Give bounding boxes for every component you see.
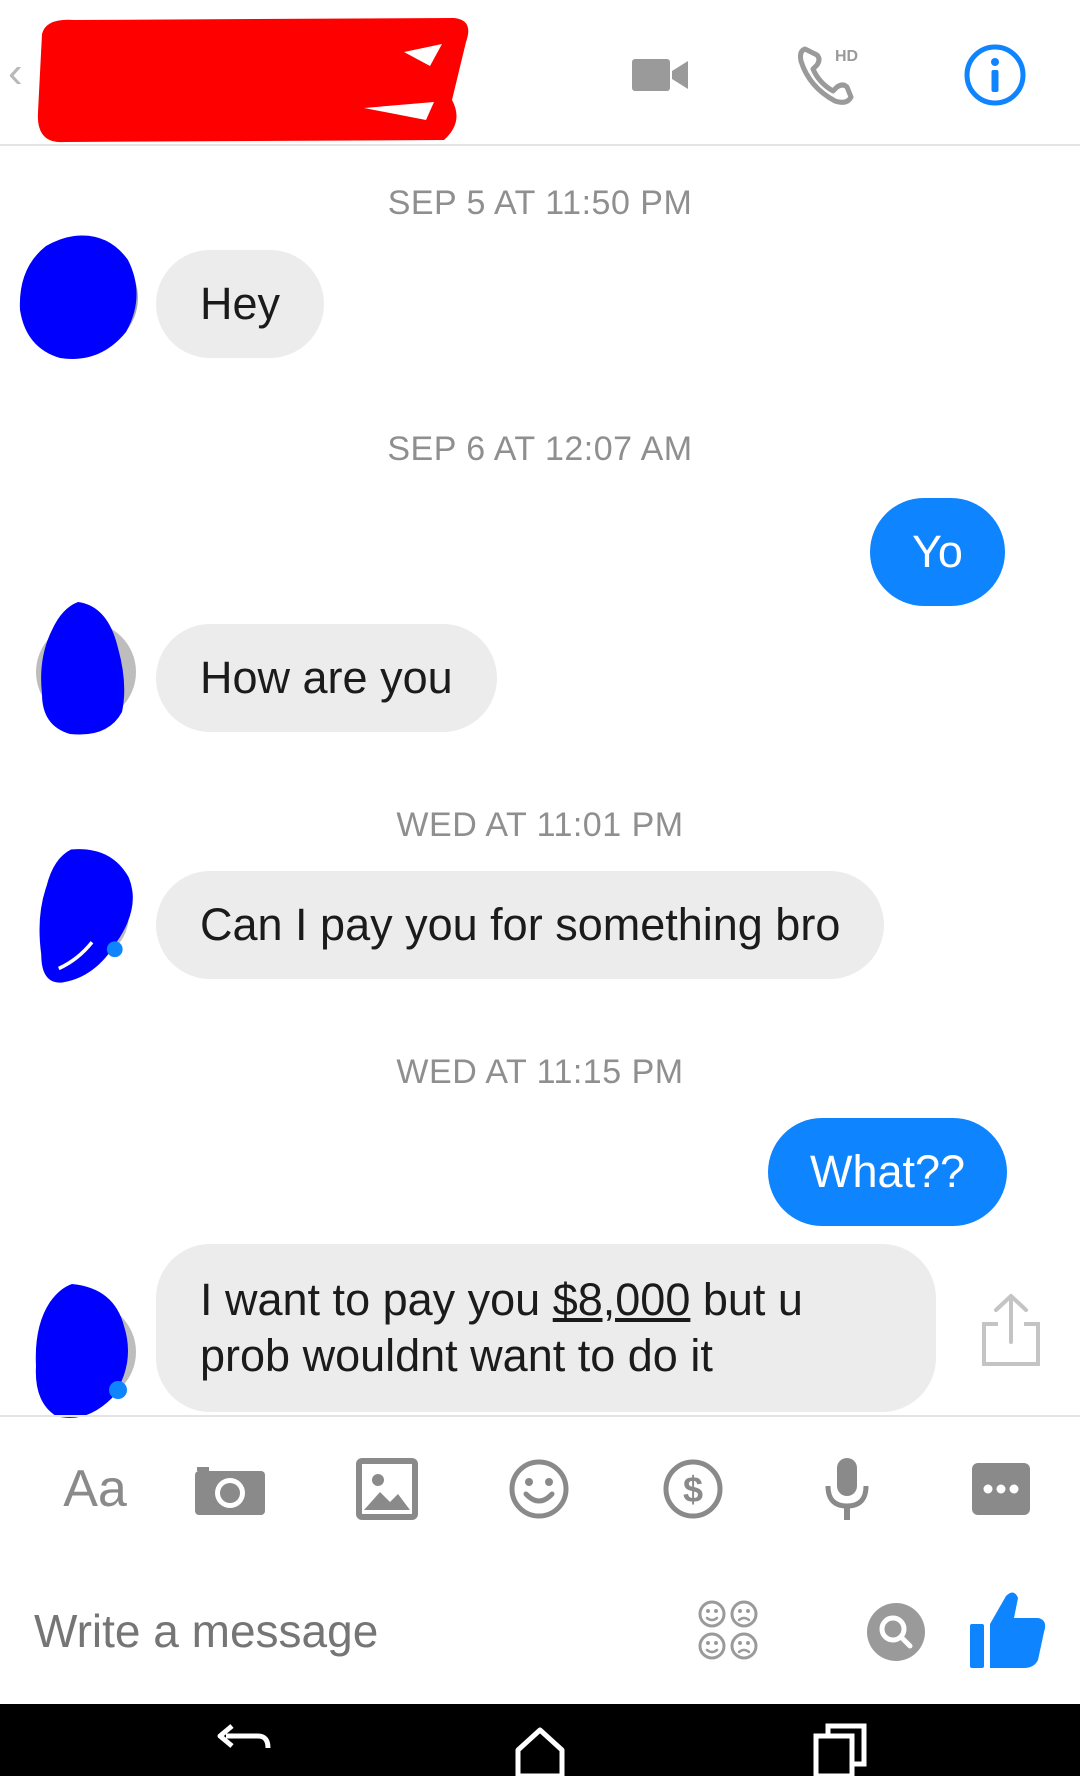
incoming-message[interactable]: Hey bbox=[156, 250, 325, 358]
camera-icon[interactable] bbox=[190, 1456, 270, 1522]
contact-avatar[interactable] bbox=[16, 1282, 140, 1422]
timestamp: SEP 6 AT 12:07 AM bbox=[387, 430, 693, 468]
incoming-message[interactable]: Can I pay you for something bro bbox=[156, 871, 885, 979]
timestamp: WED AT 11:01 PM bbox=[396, 806, 684, 844]
microphone-icon[interactable] bbox=[812, 1456, 882, 1522]
outgoing-message[interactable]: What?? bbox=[768, 1118, 1008, 1226]
system-nav-bar bbox=[0, 1704, 1080, 1776]
conversation-header: ‹ HD bbox=[0, 0, 1080, 146]
info-icon[interactable] bbox=[955, 40, 1035, 110]
emoji-icon[interactable] bbox=[504, 1456, 574, 1522]
incoming-message[interactable]: I want to pay you $8,000 but u prob woul… bbox=[156, 1244, 936, 1412]
composer-divider bbox=[0, 1415, 1080, 1417]
incoming-message[interactable]: How are you bbox=[156, 624, 497, 732]
phone-hd-icon[interactable]: HD bbox=[790, 40, 870, 110]
message-input[interactable] bbox=[34, 1604, 674, 1658]
stickers-icon[interactable] bbox=[696, 1598, 760, 1662]
text-format-button[interactable]: Aa bbox=[40, 1456, 150, 1522]
message-text: I want to pay you bbox=[200, 1274, 553, 1325]
contact-avatar[interactable] bbox=[16, 600, 140, 740]
more-icon[interactable] bbox=[968, 1456, 1034, 1522]
timestamp: WED AT 11:15 PM bbox=[396, 1053, 684, 1091]
contact-name-redaction bbox=[37, 18, 469, 143]
svg-text:HD: HD bbox=[835, 48, 858, 65]
timestamp: SEP 5 AT 11:50 PM bbox=[387, 184, 693, 222]
like-icon[interactable] bbox=[968, 1588, 1048, 1672]
search-icon[interactable] bbox=[866, 1602, 926, 1662]
recent-apps-icon[interactable] bbox=[810, 1720, 870, 1776]
outgoing-message[interactable]: Yo bbox=[870, 498, 1005, 606]
contact-avatar[interactable] bbox=[16, 846, 140, 986]
back-icon[interactable] bbox=[212, 1720, 272, 1776]
payment-icon[interactable]: $ bbox=[658, 1456, 728, 1522]
svg-text:$: $ bbox=[683, 1469, 703, 1510]
payment-amount-link[interactable]: $8,000 bbox=[553, 1274, 691, 1325]
gallery-icon[interactable] bbox=[352, 1456, 422, 1522]
share-icon[interactable] bbox=[976, 1290, 1046, 1370]
home-icon[interactable] bbox=[510, 1720, 570, 1776]
video-camera-icon[interactable] bbox=[620, 40, 700, 110]
contact-avatar[interactable] bbox=[16, 228, 140, 368]
